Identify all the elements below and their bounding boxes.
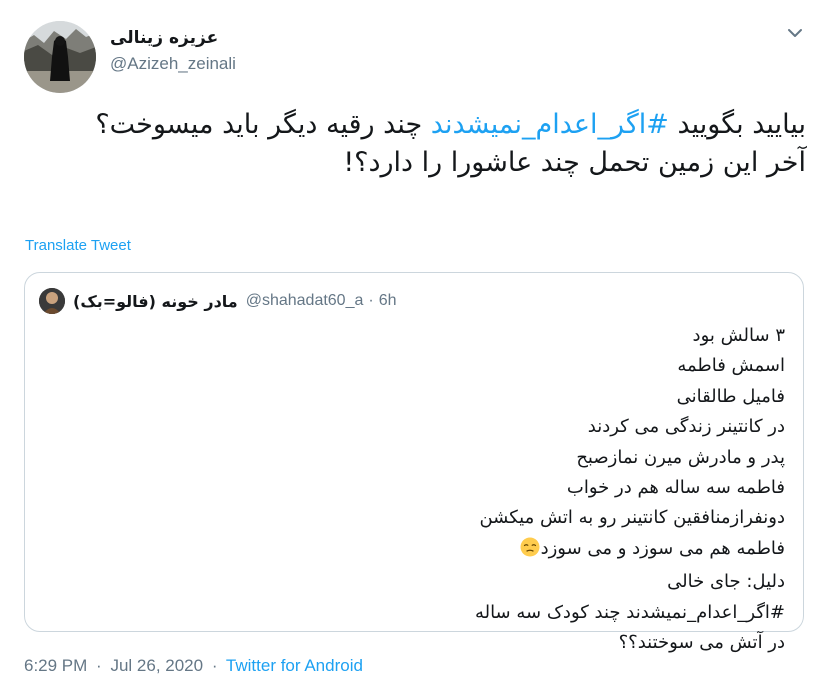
tweet-line-1: بیایید بگویید #اگر_اعدام_نمیشدند چند رقی… xyxy=(16,106,806,144)
quoted-line: #اگر_اعدام_نمیشدند چند کودک سه ساله xyxy=(474,601,785,623)
quoted-line: فاطمه سه ساله هم در خواب xyxy=(566,477,785,499)
tweet-text-before: بیایید بگویید xyxy=(668,109,806,140)
tweet-text: بیایید بگویید #اگر_اعدام_نمیشدند چند رقی… xyxy=(16,106,806,182)
avatar-photo xyxy=(24,21,96,93)
quoted-line: اسمش فاطمه xyxy=(677,355,785,377)
tweet-time[interactable]: 6:29 PM xyxy=(24,656,87,675)
author-avatar[interactable] xyxy=(24,21,96,93)
quoted-tweet-text: ۳ سالش بود اسمش فاطمه فامیل طالقانی در ک… xyxy=(45,321,785,658)
quoted-author-avatar[interactable] xyxy=(39,288,65,314)
author-name[interactable]: عزیزه زینالی xyxy=(110,26,236,50)
quoted-line-with-emoji: فاطمه هم می سوزد و می سوزد xyxy=(45,534,785,567)
quoted-line: دلیل: جای خالی xyxy=(667,571,785,593)
quoted-line: ۳ سالش بود xyxy=(692,325,785,346)
footer-separator-2: · xyxy=(211,656,218,675)
tweet-footer: 6:29 PM · Jul 26, 2020 · Twitter for And… xyxy=(24,656,363,676)
author-handle[interactable]: @Azizeh_zeinali xyxy=(110,51,236,77)
footer-separator: · xyxy=(96,656,102,675)
tweet-date[interactable]: Jul 26, 2020 xyxy=(110,656,203,675)
hashtag-link[interactable]: #اگر_اعدام_نمیشدند xyxy=(431,109,669,140)
quoted-line: دونفرازمنافقین کانتینر رو به اتش میکشن xyxy=(479,507,785,529)
quoted-tweet-header: مادر خونه (فالو=بک) @shahadat60_a · 6h xyxy=(39,287,397,315)
quoted-separator: · xyxy=(368,292,374,309)
tweet-source-link[interactable]: Twitter for Android xyxy=(226,656,363,675)
quoted-time: 6h xyxy=(378,292,397,309)
tweet-text-after: چند رقیه دیگر باید میسوخت؟ xyxy=(95,109,431,140)
translate-tweet-link[interactable]: Translate Tweet xyxy=(25,237,131,254)
tweet: عزیزه زینالی @Azizeh_zeinali بیایید بگوی… xyxy=(0,0,828,699)
author-info: عزیزه زینالی @Azizeh_zeinali xyxy=(110,26,236,77)
quoted-author-name: مادر خونه (فالو=بک) xyxy=(73,291,238,311)
quoted-line: فاطمه هم می سوزد و می سوزد xyxy=(540,537,785,559)
quoted-line: پدر و مادرش میرن نمازصبح xyxy=(576,446,785,468)
pensive-face-icon xyxy=(520,537,540,567)
quoted-line: فامیل طالقانی xyxy=(676,385,785,407)
tweet-line-2: آخر این زمین تحمل چند عاشورا را دارد؟! xyxy=(343,147,806,178)
chevron-down-icon[interactable] xyxy=(784,22,806,44)
quoted-line: در آتش می سوختند؟؟ xyxy=(618,632,785,654)
quoted-tweet[interactable]: مادر خونه (فالو=بک) @shahadat60_a · 6h ۳… xyxy=(24,272,804,653)
quoted-line: در کانتینر زندگی می کردند xyxy=(587,416,785,438)
quoted-author-handle: @shahadat60_a xyxy=(245,292,364,309)
